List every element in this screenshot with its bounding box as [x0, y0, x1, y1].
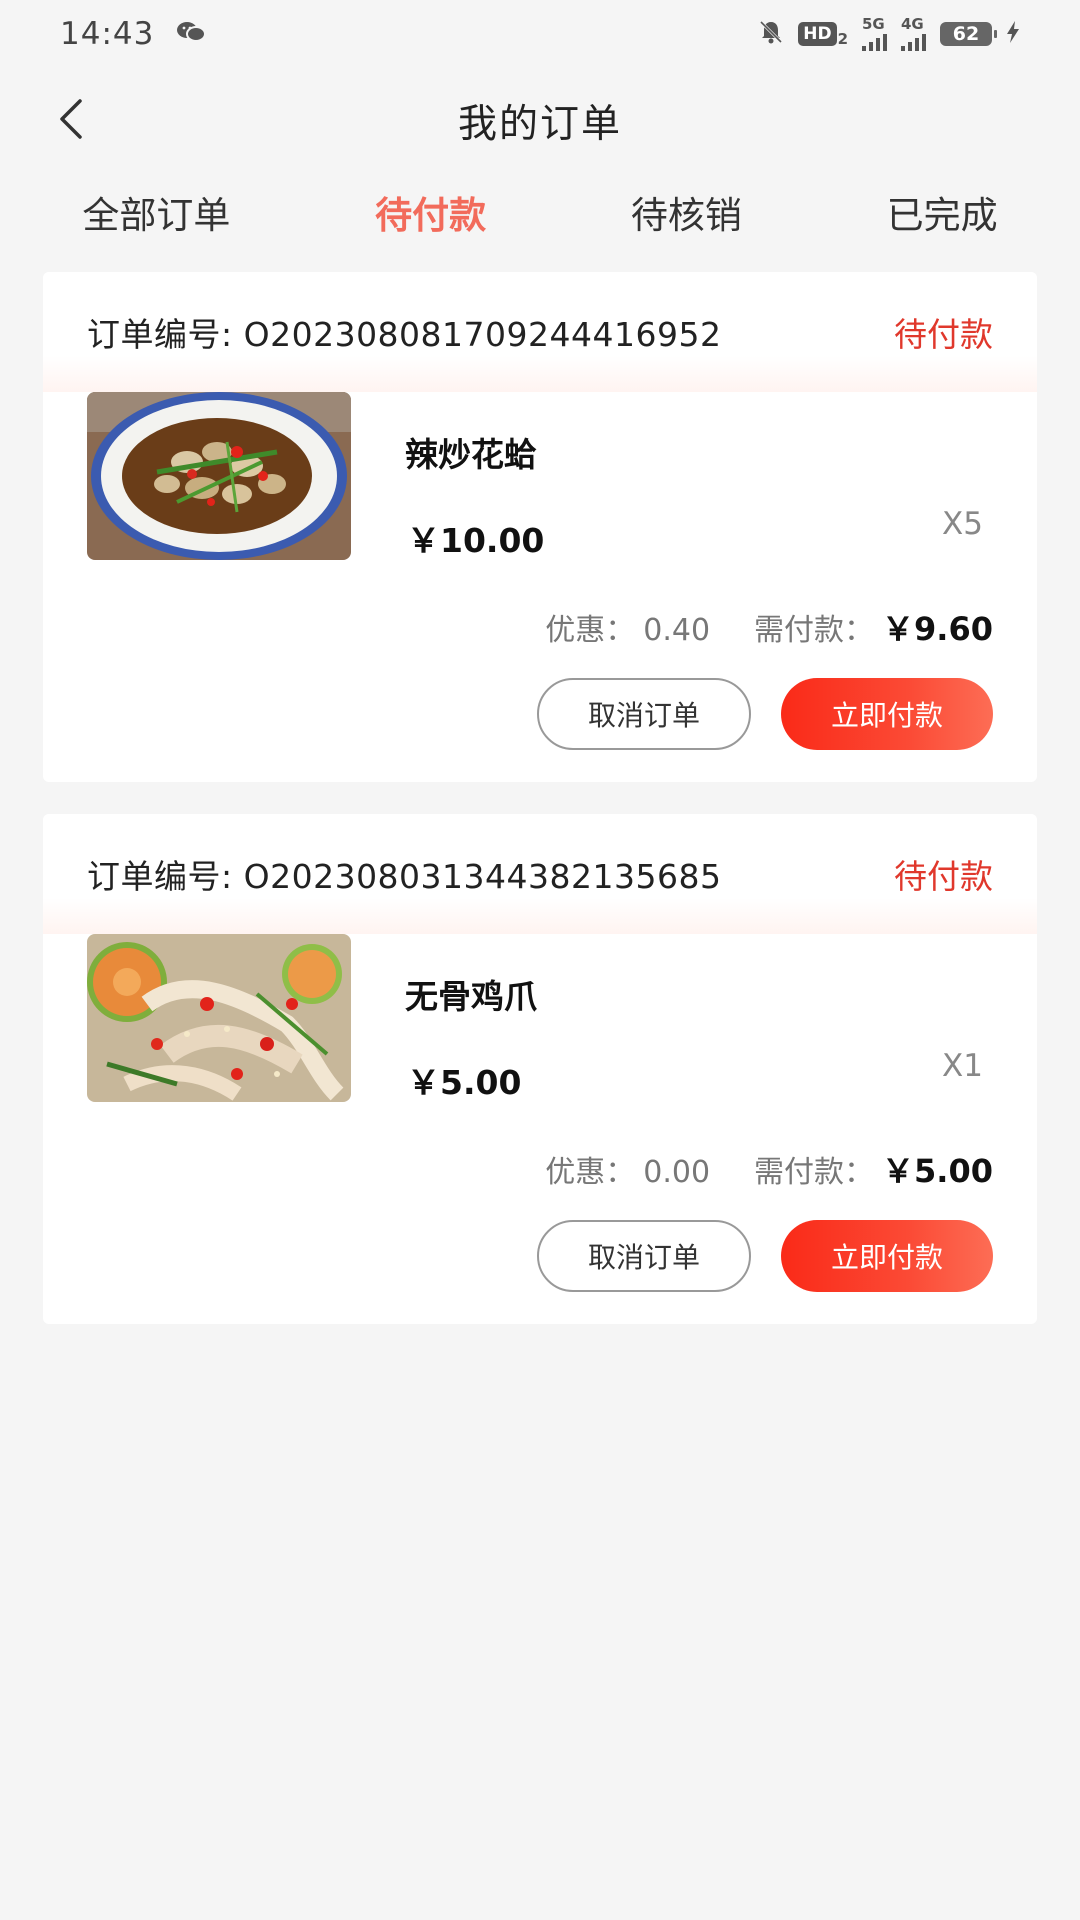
pay-label: 需付款： — [754, 613, 875, 648]
4g-signal-icon: 4G — [901, 17, 926, 51]
pay-amount: ￥5.00 — [882, 1152, 993, 1190]
cancel-order-button[interactable]: 取消订单 — [537, 678, 751, 750]
order-summary: 优惠： 0.40 需付款： ￥9.60 — [545, 604, 993, 650]
item-price: ￥5.00 — [407, 1063, 522, 1102]
order-summary: 优惠： 0.00 需付款： ￥5.00 — [545, 1146, 993, 1192]
item-quantity: X1 — [942, 1048, 983, 1084]
order-card: 订单编号: O20230803134438213568​5 待付款 — [43, 814, 1037, 1324]
net1-label: 5G — [862, 15, 885, 33]
hd-sub: 2 — [837, 30, 848, 48]
order-card-header: 订单编号: O20230808170924441695​2 待付款 — [43, 272, 1037, 392]
status-bar: 14:43 HD 2 5G 4G 62 — [0, 0, 1080, 68]
discount-label: 优惠： — [545, 1155, 636, 1190]
chevron-left-icon — [56, 97, 86, 145]
battery-level: 62 — [952, 23, 980, 45]
tab-completed[interactable]: 已完成 — [877, 177, 1008, 247]
order-tabs: 全部订单 待付款 待核销 已完成 — [0, 172, 1080, 252]
pay-amount: ￥9.60 — [882, 610, 993, 648]
item-name: 无骨鸡爪 — [405, 977, 537, 1016]
order-card-header: 订单编号: O20230803134438213568​5 待付款 — [43, 814, 1037, 934]
status-left: 14:43 — [60, 16, 207, 52]
item-name: 辣炒花蛤 — [405, 435, 537, 474]
page-title: 我的订单 — [457, 102, 622, 147]
battery-icon: 62 — [940, 22, 997, 46]
tab-all-orders[interactable]: 全部订单 — [72, 177, 240, 247]
dish-image-clams[interactable] — [87, 392, 351, 560]
status-right: HD 2 5G 4G 62 — [758, 17, 1020, 51]
nav-bar: 我的订单 — [0, 78, 1080, 164]
cancel-order-button[interactable]: 取消订单 — [537, 1220, 751, 1292]
discount-value: 0.40 — [643, 613, 711, 648]
5g-signal-icon: 5G — [862, 17, 887, 51]
tab-pending-payment[interactable]: 待付款 — [365, 177, 496, 247]
pay-now-button[interactable]: 立即付款 — [781, 1220, 993, 1292]
order-card: 订单编号: O20230808170924441695​2 待付款 — [43, 272, 1037, 782]
tab-pending-verification[interactable]: 待核销 — [621, 177, 752, 247]
pay-now-button[interactable]: 立即付款 — [781, 678, 993, 750]
discount-label: 优惠： — [545, 613, 636, 648]
order-number: 订单编号: O20230803134438213568​5 — [87, 857, 722, 896]
order-number: 订单编号: O20230808170924441695​2 — [87, 315, 722, 354]
order-status: 待付款 — [894, 857, 993, 896]
order-item[interactable]: 无骨鸡爪 ￥5.00 X1 — [43, 934, 1037, 1114]
hd-label: HD — [798, 22, 837, 46]
charging-icon — [1006, 20, 1020, 48]
pay-label: 需付款： — [754, 1155, 875, 1190]
net2-label: 4G — [901, 15, 924, 33]
back-button[interactable] — [46, 96, 96, 146]
order-status: 待付款 — [894, 315, 993, 354]
discount-value: 0.00 — [643, 1155, 711, 1190]
item-price: ￥10.00 — [407, 521, 545, 560]
dish-image-chicken-feet[interactable] — [87, 934, 351, 1102]
mute-bell-icon — [758, 19, 784, 49]
status-time: 14:43 — [60, 16, 155, 52]
hd-icon: HD 2 — [798, 22, 848, 48]
order-item[interactable]: 辣炒花蛤 ￥10.00 X5 — [43, 392, 1037, 572]
item-quantity: X5 — [942, 506, 983, 542]
wechat-icon — [176, 20, 207, 48]
